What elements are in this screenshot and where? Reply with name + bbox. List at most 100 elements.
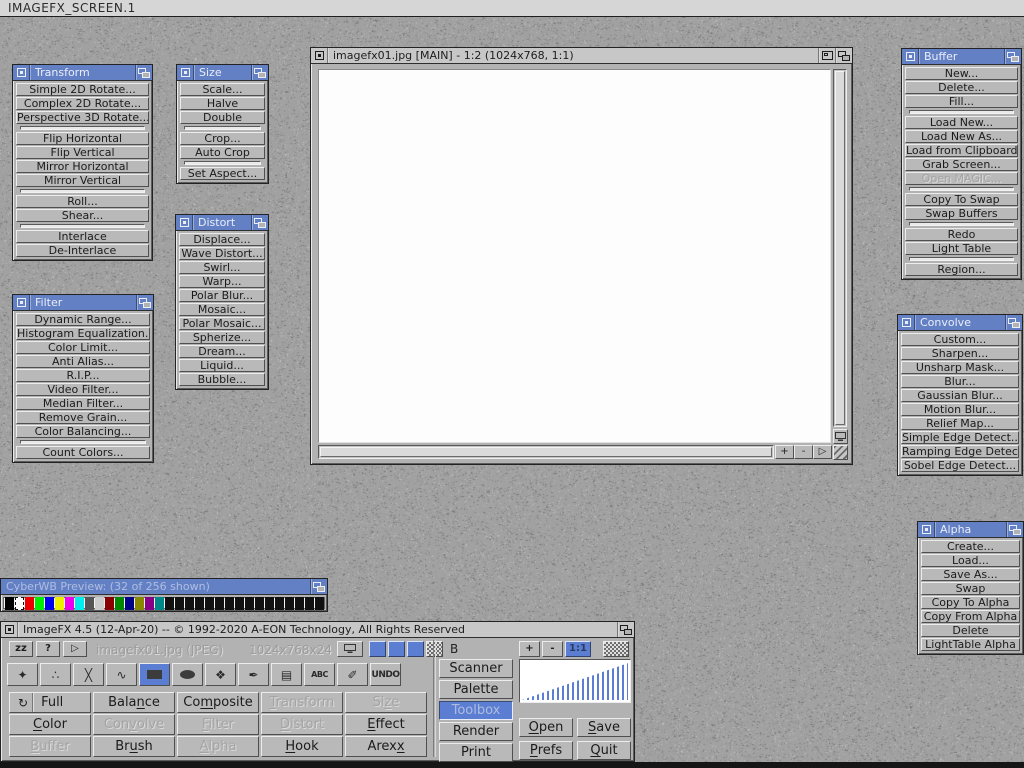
close-gadget[interactable]: [1, 622, 18, 637]
button-anti-alias[interactable]: Anti Alias...: [16, 355, 150, 368]
button-r-i-p[interactable]: R.I.P...: [16, 369, 150, 382]
color-swatch[interactable]: [75, 597, 84, 610]
button-dream[interactable]: Dream...: [179, 345, 265, 358]
button-count-colors[interactable]: Count Colors...: [16, 446, 150, 459]
screen-mode-gadget[interactable]: [833, 429, 848, 444]
text-tool[interactable]: ABC: [304, 663, 335, 686]
button-spherize[interactable]: Spherize...: [179, 331, 265, 344]
close-gadget[interactable]: [13, 295, 30, 310]
button-video-filter[interactable]: Video Filter...: [16, 383, 150, 396]
red-channel-button[interactable]: [369, 641, 386, 657]
zoom-out-button[interactable]: -: [794, 445, 813, 459]
color-swatch[interactable]: [85, 597, 94, 610]
pan-button[interactable]: ▷: [813, 445, 832, 459]
color-swatch[interactable]: [25, 597, 34, 610]
button-wave-distort[interactable]: Wave Distort...: [179, 247, 265, 260]
color-swatch[interactable]: [165, 597, 174, 610]
display-button[interactable]: [337, 641, 363, 657]
button-scale[interactable]: Scale...: [180, 83, 265, 96]
button-copy-to-swap[interactable]: Copy To Swap: [905, 193, 1018, 206]
prefs-button[interactable]: Prefs: [519, 741, 573, 760]
color-swatch[interactable]: [215, 597, 224, 610]
freehand-tool[interactable]: ∴: [40, 663, 71, 686]
button-histogram-equalization[interactable]: Histogram Equalization...: [16, 327, 150, 340]
alpha-titlebar[interactable]: Alpha: [918, 522, 1023, 538]
button-load-from-clipboard[interactable]: Load from Clipboard: [905, 144, 1018, 157]
airbrush-tool[interactable]: ✐: [337, 663, 368, 686]
close-gadget[interactable]: [898, 315, 915, 330]
color-swatch[interactable]: [225, 597, 234, 610]
button-color-balancing[interactable]: Color Balancing...: [16, 425, 150, 438]
button-swap-buffers[interactable]: Swap Buffers: [905, 207, 1018, 220]
button-displace[interactable]: Displace...: [179, 233, 265, 246]
button-fill[interactable]: Fill...: [905, 95, 1018, 108]
color-swatch[interactable]: [115, 597, 124, 610]
color-swatch[interactable]: [55, 597, 64, 610]
button-motion-blur[interactable]: Motion Blur...: [901, 403, 1019, 416]
button-copy-to-alpha[interactable]: Copy To Alpha: [921, 596, 1020, 609]
close-gadget[interactable]: [13, 65, 30, 80]
button-copy-from-alpha[interactable]: Copy From Alpha: [921, 610, 1020, 623]
color-swatch[interactable]: [285, 597, 294, 610]
help-button[interactable]: ?: [36, 641, 60, 657]
button-new[interactable]: New...: [905, 67, 1018, 80]
vertical-scrollbar[interactable]: [833, 69, 847, 427]
button-ramping-edge-detect[interactable]: Ramping Edge Detect: [901, 445, 1019, 458]
color-swatch[interactable]: [175, 597, 184, 610]
button-delete[interactable]: Delete: [921, 624, 1020, 637]
close-gadget[interactable]: [311, 48, 328, 63]
depth-gadget[interactable]: [835, 48, 852, 63]
button-load-new[interactable]: Load New...: [905, 116, 1018, 129]
clipboard-tool[interactable]: ▤: [271, 663, 302, 686]
button-roll[interactable]: Roll...: [16, 195, 149, 208]
depth-gadget[interactable]: [251, 215, 268, 230]
button-shear[interactable]: Shear...: [16, 209, 149, 222]
panel-toggle-balance[interactable]: Balance: [93, 692, 175, 713]
depth-gadget[interactable]: [251, 65, 268, 80]
button-perspective-3d-rotate[interactable]: Perspective 3D Rotate...: [16, 111, 149, 124]
button-sobel-edge-detect[interactable]: Sobel Edge Detect...: [901, 459, 1019, 472]
zoom-in-button[interactable]: +: [775, 445, 794, 459]
close-gadget[interactable]: [177, 65, 194, 80]
button-swirl[interactable]: Swirl...: [179, 261, 265, 274]
image-window-titlebar[interactable]: imagefx01.jpg [MAIN] - 1:2 (1024x768, 1:…: [311, 48, 852, 64]
color-swatch[interactable]: [5, 597, 14, 610]
save-button[interactable]: Save: [577, 718, 631, 737]
button-load-new-as[interactable]: Load New As...: [905, 130, 1018, 143]
page-button-print[interactable]: Print: [439, 743, 513, 762]
button-unsharp-mask[interactable]: Unsharp Mask...: [901, 361, 1019, 374]
button-light-table[interactable]: Light Table: [905, 242, 1018, 255]
button-mosaic[interactable]: Mosaic...: [179, 303, 265, 316]
color-swatch[interactable]: [35, 597, 44, 610]
button-flip-vertical[interactable]: Flip Vertical: [16, 146, 149, 159]
button-halve[interactable]: Halve: [180, 97, 265, 110]
button-auto-crop[interactable]: Auto Crop: [180, 146, 265, 159]
one-to-one-button[interactable]: 1:1: [565, 641, 591, 657]
depth-gadget[interactable]: [1006, 522, 1023, 537]
button-redo[interactable]: Redo: [905, 228, 1018, 241]
button-save-as[interactable]: Save As...: [921, 568, 1020, 581]
page-button-scanner[interactable]: Scanner: [439, 659, 513, 678]
horizontal-scrollbar-thumb[interactable]: [320, 447, 772, 457]
button-color-limit[interactable]: Color Limit...: [16, 341, 150, 354]
button-blur[interactable]: Blur...: [901, 375, 1019, 388]
sleep-button[interactable]: zz: [9, 641, 33, 657]
color-swatch[interactable]: [315, 597, 324, 610]
button-flip-horizontal[interactable]: Flip Horizontal: [16, 132, 149, 145]
depth-gadget[interactable]: [617, 622, 634, 637]
pointer-tool[interactable]: ✦: [7, 663, 38, 686]
button-remove-grain[interactable]: Remove Grain...: [16, 411, 150, 424]
depth-gadget[interactable]: [135, 65, 152, 80]
color-swatch[interactable]: [15, 597, 24, 610]
panel-toggle-brush[interactable]: Brush: [93, 736, 175, 757]
rectangle-tool[interactable]: [139, 663, 170, 686]
magnify-out-button[interactable]: -: [542, 641, 563, 657]
curve-tool[interactable]: ∿: [106, 663, 137, 686]
page-button-palette[interactable]: Palette: [439, 680, 513, 699]
color-swatch[interactable]: [305, 597, 314, 610]
resize-gadget[interactable]: [833, 445, 848, 460]
play-button[interactable]: ▷: [63, 641, 87, 657]
color-swatch[interactable]: [185, 597, 194, 610]
brush-tool[interactable]: ✒: [238, 663, 269, 686]
toolbox-titlebar[interactable]: ImageFX 4.5 (12-Apr-20) -- © 1992-2020 A…: [1, 622, 634, 638]
